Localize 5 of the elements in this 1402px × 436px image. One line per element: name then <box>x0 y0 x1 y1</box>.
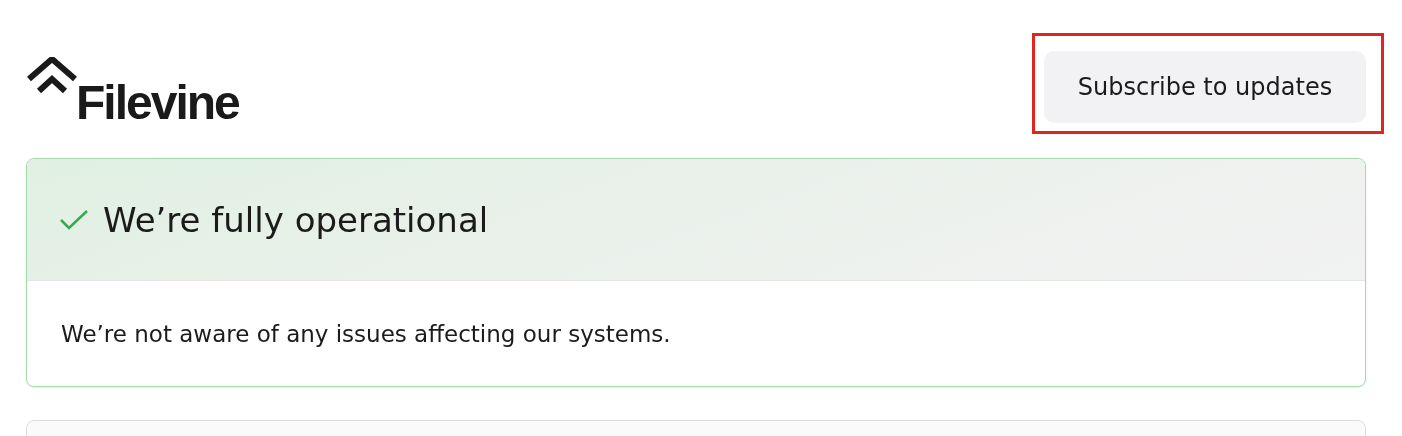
logo-text: Filevine <box>76 82 239 123</box>
status-title: We’re fully operational <box>103 199 489 240</box>
subscribe-button[interactable]: Subscribe to updates <box>1044 50 1366 123</box>
check-icon <box>59 208 89 231</box>
status-message: We’re not aware of any issues affecting our systems. <box>61 320 671 347</box>
